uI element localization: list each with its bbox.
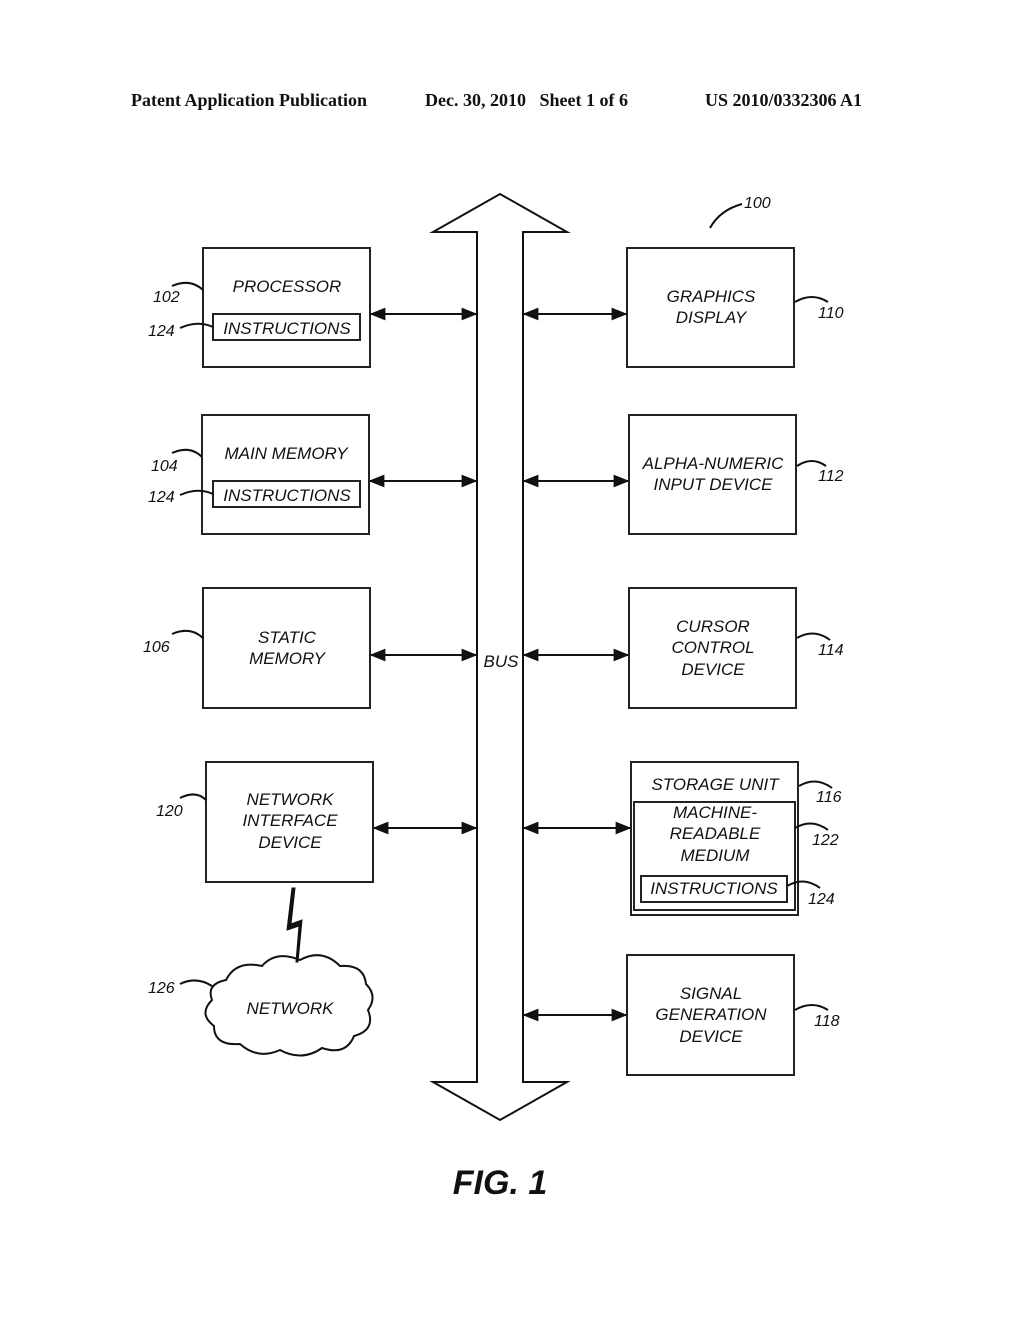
storage-unit-block: STORAGE UNIT MACHINE- READABLE MEDIUM IN… — [630, 761, 842, 916]
network-interface-block: NETWORK INTERFACE DEVICE 120 — [156, 761, 374, 883]
cursor-control-label-2: CONTROL — [671, 638, 754, 657]
main-memory-instructions-ref: 124 — [148, 489, 175, 506]
network-interface-ref: 120 — [156, 803, 183, 820]
system-ref: 100 — [744, 195, 771, 212]
static-memory-label-2: MEMORY — [249, 649, 327, 668]
cursor-control-ref: 114 — [818, 642, 844, 659]
main-memory-instructions-label: INSTRUCTIONS — [223, 486, 351, 505]
main-memory-ref: 104 — [151, 458, 178, 475]
storage-instructions-ref: 124 — [808, 891, 835, 908]
bus-label: BUS — [484, 652, 520, 671]
wireless-link-icon — [286, 887, 303, 963]
storage-instructions-label: INSTRUCTIONS — [650, 879, 778, 898]
graphics-display-label-2: DISPLAY — [676, 308, 748, 327]
network-interface-label-1: NETWORK — [247, 790, 335, 809]
cursor-control-label-1: CURSOR — [676, 617, 750, 636]
alpha-numeric-label-2: INPUT DEVICE — [653, 475, 773, 494]
graphics-display-block: GRAPHICS DISPLAY 110 — [626, 247, 844, 368]
cursor-control-label-3: DEVICE — [681, 660, 745, 679]
block-diagram: BUS 100 PROCESSOR INSTRUCTIONS 102 124 M… — [143, 192, 844, 1202]
signal-generation-block: SIGNAL GENERATION DEVICE 118 — [626, 954, 840, 1076]
medium-label-3: MEDIUM — [681, 846, 751, 865]
signal-generation-label-1: SIGNAL — [680, 984, 742, 1003]
graphics-display-ref: 110 — [818, 305, 844, 322]
alpha-numeric-ref: 112 — [818, 468, 844, 485]
processor-ref: 102 — [153, 289, 180, 306]
main-memory-block: MAIN MEMORY INSTRUCTIONS 104 124 — [148, 414, 370, 535]
processor-instructions-ref: 124 — [148, 323, 175, 340]
network-cloud: NETWORK 126 — [148, 954, 374, 1057]
storage-unit-label: STORAGE UNIT — [651, 775, 780, 794]
network-interface-label-2: INTERFACE — [242, 811, 338, 830]
medium-ref: 122 — [812, 832, 839, 849]
main-memory-label: MAIN MEMORY — [224, 444, 349, 463]
network-label: NETWORK — [247, 999, 335, 1018]
signal-generation-label-3: DEVICE — [679, 1027, 743, 1046]
graphics-display-label-1: GRAPHICS — [667, 287, 756, 306]
system-leader — [709, 203, 743, 229]
processor-label: PROCESSOR — [233, 277, 342, 296]
static-memory-block: STATIC MEMORY 106 — [143, 587, 371, 709]
medium-label-1: MACHINE- — [673, 803, 757, 822]
signal-generation-label-2: GENERATION — [655, 1005, 767, 1024]
alpha-numeric-block: ALPHA-NUMERIC INPUT DEVICE 112 — [628, 414, 844, 535]
network-interface-label-3: DEVICE — [258, 833, 322, 852]
processor-block: PROCESSOR INSTRUCTIONS 102 124 — [148, 247, 371, 368]
cursor-control-block: CURSOR CONTROL DEVICE 114 — [628, 587, 844, 709]
static-memory-label-1: STATIC — [258, 628, 317, 647]
figure-label: FIG. 1 — [453, 1164, 547, 1202]
medium-label-2: READABLE — [670, 824, 761, 843]
network-ref: 126 — [148, 980, 175, 997]
processor-instructions-label: INSTRUCTIONS — [223, 319, 351, 338]
signal-generation-ref: 118 — [814, 1013, 840, 1030]
static-memory-ref: 106 — [143, 639, 170, 656]
storage-unit-ref: 116 — [816, 789, 842, 806]
alpha-numeric-label-1: ALPHA-NUMERIC — [642, 454, 784, 473]
